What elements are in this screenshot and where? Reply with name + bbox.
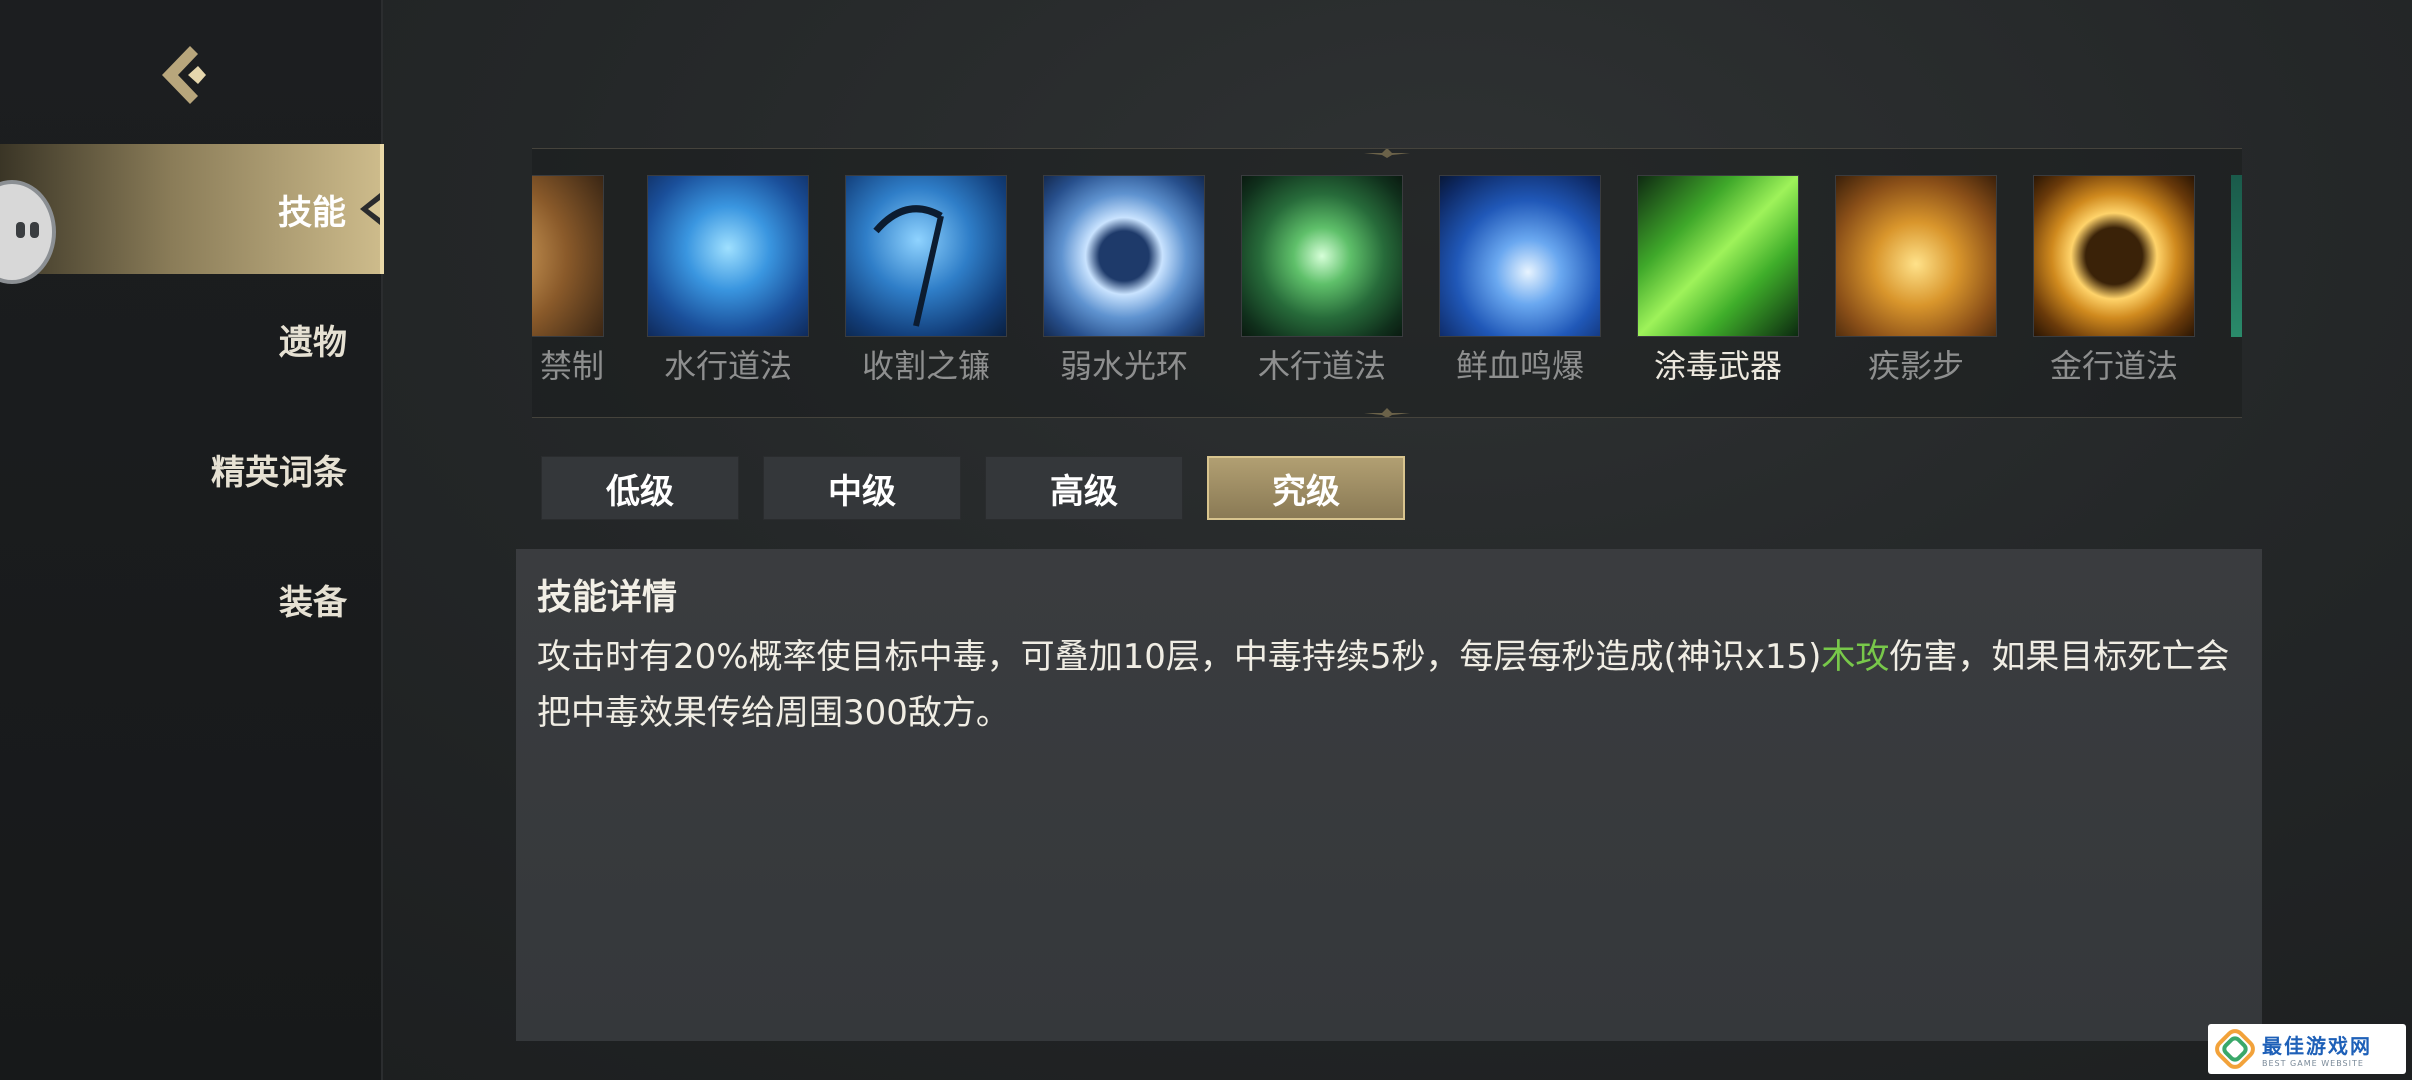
description-highlight: 木攻 [1821,637,1890,677]
skill-detail-panel: 技能详情 攻击时有20%概率使目标中毒，可叠加10层，中毒持续5秒，每层每秒造成… [516,549,2262,1041]
watermark-badge: 最佳游戏网 BEST GAME WEBSITE [2208,1024,2406,1074]
sidebar-item-skills[interactable]: 技能 [0,144,384,274]
back-arrow-icon [162,46,206,104]
seal-icon [532,175,604,337]
skill-name: 疾影步 [1867,347,1964,385]
sidebar: 技能 遗物 精英词条 装备 [0,0,384,1080]
wood-spell-icon [1241,175,1403,337]
watermark-logo-icon [2215,1029,2255,1069]
skill-card-seal[interactable]: 禁制 [532,175,604,387]
skill-name: 禁制 [539,347,604,385]
skill-card-water-ring[interactable]: 弱水光环 [1043,175,1205,387]
sidebar-item-label: 精英词条 [211,452,347,493]
skill-card-shadow-step[interactable]: 疾影步 [1835,175,1997,387]
sidebar-item-label: 装备 [279,582,347,623]
sidebar-item-label: 技能 [278,192,346,233]
scythe-shape-icon [873,205,944,327]
skill-card-metal-spell[interactable]: 金行道法 [2033,175,2195,387]
detail-title: 技能详情 [537,578,678,618]
poison-weapon-icon [1637,175,1799,337]
ornament-icon [1364,408,1410,417]
skill-name: 收割之镰 [861,347,990,385]
skill-name: 木行道法 [1257,347,1386,385]
metal-spell-icon [2033,175,2195,337]
tier-label: 究级 [1272,471,1340,512]
watermark-sub-text: BEST GAME WEBSITE [2262,1059,2364,1068]
skill-name: 金行道法 [2049,347,2178,385]
sidebar-item-relics[interactable]: 遗物 [0,274,381,404]
blood-burst-icon [1439,175,1601,337]
skill-name: 水行道法 [663,347,792,385]
sidebar-item-equipment[interactable]: 装备 [0,534,381,664]
active-indicator-icon [360,193,380,225]
assistant-eye-icon [16,222,25,238]
sidebar-item-elite-affixes[interactable]: 精英词条 [0,404,381,534]
assistant-eye-icon [30,222,39,238]
tier-label: 高级 [1050,471,1118,512]
detail-description: 攻击时有20%概率使目标中毒，可叠加10层，中毒持续5秒，每层每秒造成(神识x1… [537,629,2237,741]
skill-carousel[interactable]: 禁制 水行道法 收割之镰 弱水光环 木行道法 鲜血鸣爆 涂毒武器 疾影步 金行道… [532,148,2242,418]
skill-name: 弱水光环 [1059,347,1188,385]
description-text: 攻击时有20%概率使目标中毒，可叠加10层，中毒持续5秒，每层每秒造成(神识x1… [537,637,1822,677]
skill-name: 涂毒武器 [1653,347,1782,385]
tier-button-high[interactable]: 高级 [985,456,1183,520]
skill-card-poison-weapon[interactable]: 涂毒武器 [1637,175,1799,387]
water-ring-icon [1043,175,1205,337]
watermark-main-text: 最佳游戏网 [2262,1034,2372,1058]
scythe-icon [845,175,1007,337]
boot-icon [1835,175,1997,337]
skill-card-blood-burst[interactable]: 鲜血鸣爆 [1439,175,1601,387]
tier-label: 低级 [606,471,674,512]
skill-card-water-spell[interactable]: 水行道法 [647,175,809,387]
back-button[interactable] [150,42,216,108]
tier-button-low[interactable]: 低级 [541,456,739,520]
tier-label: 中级 [828,471,896,512]
sidebar-item-label: 遗物 [279,322,347,363]
tier-button-ultimate[interactable]: 究级 [1207,456,1405,520]
water-spell-icon [647,175,809,337]
skill-card-scythe[interactable]: 收割之镰 [845,175,1007,387]
skill-card-wood-spell[interactable]: 木行道法 [1241,175,1403,387]
tier-button-mid[interactable]: 中级 [763,456,961,520]
ornament-icon [1364,149,1410,158]
skill-name: 鲜血鸣爆 [1455,347,1584,385]
skill-card-partial [2231,175,2242,337]
